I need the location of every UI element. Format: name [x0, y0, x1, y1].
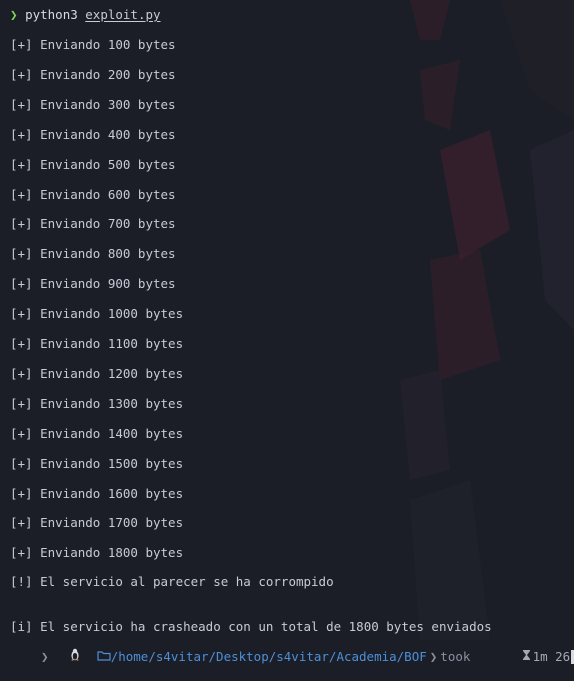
output-line: [+] Enviando 1000 bytes	[10, 306, 184, 322]
command-prompt: ❯ python3 exploit.py	[10, 7, 161, 22]
output-line: [+] Enviando 900 bytes	[10, 276, 176, 292]
output-line: [+] Enviando 500 bytes	[10, 156, 176, 172]
current-directory: /home/s4vitar/Desktop/s4vitar/Academia/B…	[110, 649, 427, 664]
output-line: [+] Enviando 400 bytes	[10, 126, 176, 142]
took-label: took	[440, 649, 471, 664]
output-line: [+] Enviando 1400 bytes	[10, 425, 184, 441]
linux-tux-icon	[24, 630, 80, 681]
segment-separator: ❯	[429, 649, 438, 664]
output-line: [!] El servicio al parecer se ha corromp…	[10, 574, 334, 589]
output-line: [+] Enviando 1700 bytes	[10, 515, 184, 531]
prompt-status-bar: ❯ /home/s4vitar/Desktop/s4vitar/Academia…	[10, 648, 574, 666]
output-line: [+] Enviando 1800 bytes	[10, 545, 184, 561]
output-line: [+] Enviando 1200 bytes	[10, 365, 184, 381]
output-line: [+] Enviando 1500 bytes	[10, 455, 184, 471]
output-line: [+] Enviando 600 bytes	[10, 186, 176, 202]
output-line: [+] Enviando 800 bytes	[10, 246, 176, 262]
command-argument[interactable]: exploit.py	[85, 7, 160, 22]
terminal-window[interactable]: ❯ python3 exploit.py [+] Enviando 100 by…	[0, 0, 574, 681]
output-line: [+] Enviando 1300 bytes	[10, 395, 184, 411]
output-line: [+] Enviando 200 bytes	[10, 66, 176, 82]
command-name: python3	[25, 7, 78, 22]
prompt-chevron-icon: ❯	[10, 7, 18, 22]
folder-icon	[52, 630, 111, 681]
background-artwork	[400, 0, 574, 640]
output-line: [+] Enviando 300 bytes	[10, 96, 176, 112]
command-duration: 1m 26s	[532, 649, 574, 664]
segment-separator: ❯	[41, 649, 49, 664]
output-line: [+] Enviando 1100 bytes	[10, 336, 184, 351]
output-line: [+] Enviando 1600 bytes	[10, 485, 184, 501]
output-line: [+] Enviando 700 bytes	[10, 216, 176, 232]
output-line: [+] Enviando 100 bytes	[10, 37, 176, 52]
hourglass-icon	[476, 630, 530, 681]
